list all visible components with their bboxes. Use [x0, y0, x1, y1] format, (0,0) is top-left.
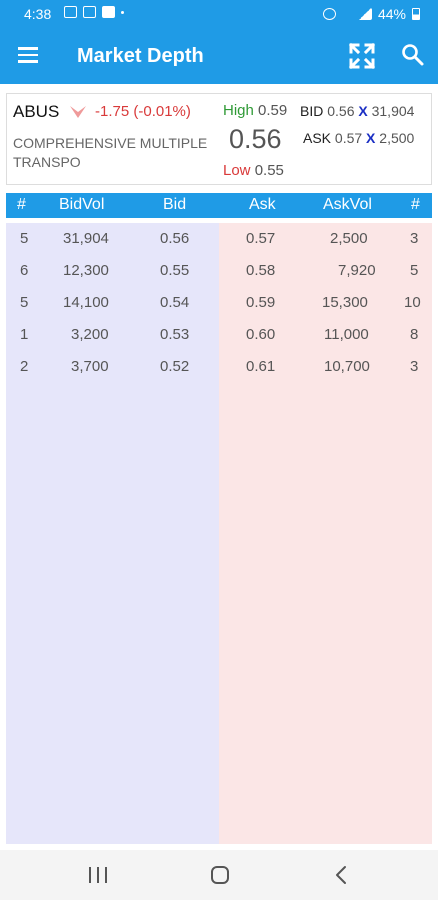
ask-price: 0.57	[246, 230, 276, 247]
ask-price: 0.58	[246, 262, 276, 279]
back-icon[interactable]	[334, 865, 348, 885]
ask-price: 0.61	[246, 358, 276, 375]
header-ask-count: #	[411, 196, 420, 213]
battery-icon	[412, 8, 420, 20]
menu-icon	[18, 47, 38, 50]
app-bar: Market Depth	[0, 28, 438, 84]
header-bid-count: #	[17, 196, 26, 213]
alarm-icon	[322, 8, 336, 20]
high-value: 0.59	[258, 102, 288, 119]
bid-price: 0.54	[160, 294, 190, 311]
more-dot-icon	[121, 10, 124, 14]
data-icon	[342, 8, 352, 20]
ask-price: 0.59	[246, 294, 276, 311]
low-price: Low 0.55	[223, 162, 284, 179]
menu-icon-line	[18, 60, 38, 63]
bid-x: X	[358, 103, 368, 119]
header-ask: Ask	[249, 196, 276, 213]
navigation-bar	[0, 850, 438, 900]
header-bid-vol: BidVol	[59, 196, 105, 213]
stock-symbol: ABUS	[13, 102, 60, 121]
youtube-icon	[102, 6, 115, 18]
ask-vol: 10,700	[324, 358, 370, 375]
bid-volume: 31,904	[371, 103, 415, 119]
bid-price: 0.56	[160, 230, 190, 247]
menu-icon-line	[18, 53, 38, 56]
ask-count: 3	[410, 358, 419, 375]
bid-price: 0.55	[160, 262, 190, 279]
ask-count: 5	[410, 262, 419, 279]
table-row[interactable]: 2 3,700 0.52 0.61 10,700 3	[6, 352, 432, 384]
bid-price: 0.56	[327, 103, 355, 119]
ask-label: ASK	[303, 130, 332, 146]
high-price: High 0.59	[223, 102, 287, 119]
system-icons: 44%	[322, 6, 420, 22]
bid-price: 0.52	[160, 358, 190, 375]
bid-vol: 3,700	[71, 358, 109, 375]
ask-volume: 2,500	[379, 130, 415, 146]
ask-vol: 11,000	[324, 326, 369, 343]
recents-icon-bar	[105, 867, 107, 883]
gallery-icon	[64, 6, 77, 18]
high-label: High	[223, 102, 254, 119]
ask-x: X	[366, 130, 376, 146]
bid-count: 6	[20, 262, 29, 279]
ask-count: 3	[410, 230, 419, 247]
bid-vol: 31,904	[63, 230, 109, 247]
ask-count: 8	[410, 326, 419, 343]
quote-panel: ABUS -1.75 (-0.01%) COMPREHENSIVE MULTIP…	[6, 93, 432, 185]
low-value: 0.55	[254, 162, 284, 179]
table-row[interactable]: 6 12,300 0.55 0.58 7,920 5	[6, 256, 432, 288]
bid-price: 0.53	[160, 326, 190, 343]
screen-icon	[83, 6, 96, 18]
ask-vol: 2,500	[330, 230, 368, 247]
ask-vol: 15,300	[322, 294, 368, 311]
home-icon[interactable]	[211, 866, 229, 884]
bid-count: 5	[20, 294, 29, 311]
last-price: 0.56	[229, 124, 282, 154]
bid-count: 5	[20, 230, 29, 247]
bid-count: 1	[20, 326, 29, 343]
price-change: -1.75 (-0.01%)	[95, 103, 191, 120]
battery-percent: 44%	[377, 6, 406, 22]
ask-price: 0.57	[334, 130, 363, 146]
table-row[interactable]: 1 3,200 0.53 0.60 11,000 8	[6, 320, 432, 352]
down-arrow-icon	[70, 106, 86, 118]
recents-icon[interactable]	[89, 867, 107, 883]
bid-vol: 3,200	[71, 326, 109, 343]
bid-label: BID	[300, 103, 324, 119]
ask-price: 0.60	[246, 326, 276, 343]
notification-icons	[64, 6, 124, 18]
depth-table-header: # BidVol Bid Ask AskVol #	[6, 193, 432, 218]
expand-icon[interactable]	[348, 42, 376, 70]
signal-icon	[357, 8, 372, 20]
search-icon[interactable]	[400, 42, 426, 68]
ask-vol: 7,920	[338, 262, 376, 279]
status-bar: 4:38 44%	[0, 0, 438, 28]
table-row[interactable]: 5 14,100 0.54 0.59 15,300 10	[6, 288, 432, 320]
page-title: Market Depth	[77, 45, 204, 67]
bid-vol: 12,300	[63, 262, 109, 279]
ask-count: 10	[404, 294, 421, 311]
table-row[interactable]: 5 31,904 0.56 0.57 2,500 3	[6, 224, 432, 256]
recents-icon-bar	[97, 867, 99, 883]
header-ask-vol: AskVol	[323, 196, 372, 213]
recents-icon-bar	[89, 867, 91, 883]
menu-button[interactable]	[18, 44, 42, 68]
status-time: 4:38	[24, 6, 52, 22]
bid-count: 2	[20, 358, 29, 375]
best-bid: BID 0.56 X 31,904	[300, 103, 414, 119]
low-label: Low	[223, 162, 251, 179]
header-bid: Bid	[163, 196, 187, 213]
bid-vol: 14,100	[63, 294, 109, 311]
company-name: COMPREHENSIVE MULTIPLE TRANSPO	[13, 135, 208, 170]
best-ask: ASK 0.57 X 2,500	[303, 130, 414, 146]
